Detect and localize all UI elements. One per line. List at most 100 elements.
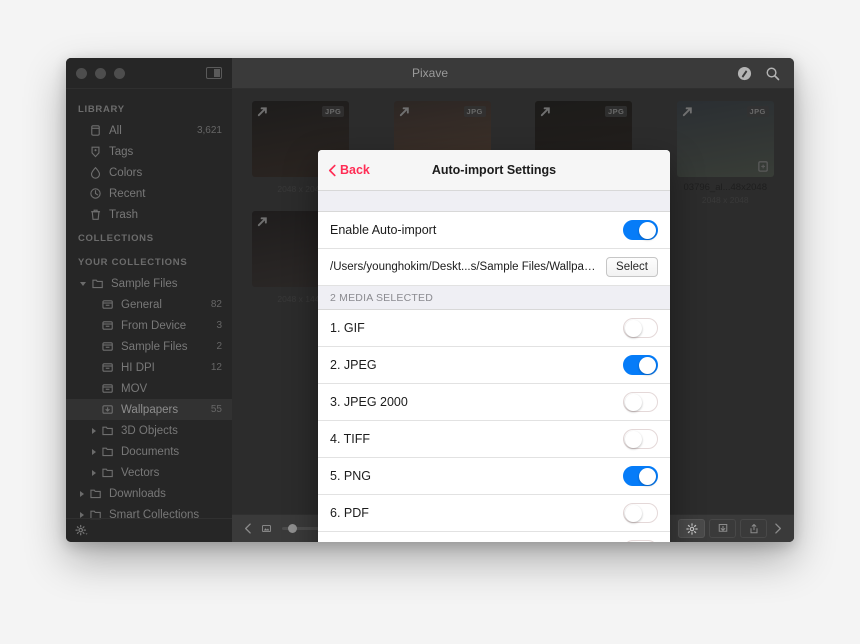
sidebar-item-label: Vectors — [121, 466, 160, 479]
sidebar-item-label: All — [109, 124, 122, 137]
sidebar-section-header: YOUR COLLECTIONS — [78, 257, 188, 268]
minimize-button[interactable] — [95, 67, 106, 79]
external-link-icon — [258, 217, 268, 227]
media-type-toggle[interactable] — [623, 466, 658, 486]
sidebar-item-label: Recent — [109, 187, 146, 200]
sidebar-item-documents[interactable]: Documents — [66, 441, 232, 462]
media-type-toggle[interactable] — [623, 318, 658, 338]
disclosure-triangle-icon[interactable] — [80, 490, 84, 497]
sidebar-item-mov[interactable]: MOV — [66, 378, 232, 399]
grid-item[interactable]: JPG 03796_al...48x2048 2048 x 2048 — [657, 101, 795, 205]
gear-icon — [685, 522, 698, 535]
thumbnail-size-slider-knob[interactable] — [288, 524, 297, 533]
tag-icon — [91, 146, 100, 158]
media-type-toggle[interactable] — [623, 503, 658, 523]
sidebar-item-label: Wallpapers — [121, 403, 179, 416]
small-image-icon[interactable] — [262, 524, 271, 533]
media-type-label: 1. GIF — [330, 321, 365, 335]
collection-icon — [102, 342, 113, 351]
toggle-knob — [625, 394, 642, 411]
disclosure-triangle-icon[interactable] — [92, 427, 96, 434]
disclosure-triangle-icon[interactable] — [92, 469, 96, 476]
enable-auto-import-row[interactable]: Enable Auto-import — [318, 212, 670, 249]
sidebar-item-hi-dpi[interactable]: HI DPI 12 — [66, 357, 232, 378]
sidebar-item-3d-objects[interactable]: 3D Objects — [66, 420, 232, 441]
disclosure-triangle-icon[interactable] — [92, 448, 96, 455]
chevron-left-icon[interactable] — [242, 522, 255, 535]
gear-dropdown-icon[interactable] — [75, 524, 88, 537]
file-type-badge: JPG — [746, 106, 769, 117]
share-icon — [749, 523, 758, 533]
sidebar-item-trash[interactable]: Trash — [66, 204, 232, 225]
media-type-row[interactable]: 4. TIFF — [318, 421, 670, 458]
external-link-icon — [258, 107, 268, 117]
sidebar-item-colors[interactable]: Colors — [66, 162, 232, 183]
sidebar-item-label: HI DPI — [121, 361, 155, 374]
sidebar-item-tags[interactable]: Tags — [66, 141, 232, 162]
sidebar-footer — [66, 518, 232, 542]
sidebar-item-sample-files[interactable]: Sample Files 2 — [66, 336, 232, 357]
droplet-icon — [90, 166, 101, 179]
download-icon — [718, 523, 727, 532]
sidebar-item-wallpapers[interactable]: Wallpapers 55 — [66, 399, 232, 420]
gear-button[interactable] — [678, 519, 705, 538]
sidebar-item-sample-files[interactable]: Sample Files — [66, 273, 232, 294]
sidebar-item-from-device[interactable]: From Device 3 — [66, 315, 232, 336]
import-folder-row[interactable]: /Users/younghokim/Deskt...s/Sample Files… — [318, 249, 670, 286]
sidebar-item-vectors[interactable]: Vectors — [66, 462, 232, 483]
disclosure-triangle-icon[interactable] — [80, 281, 86, 286]
archive-box-icon — [91, 125, 100, 136]
collection-icon — [102, 363, 113, 372]
chevron-right-icon[interactable] — [771, 522, 784, 535]
collection-icon — [102, 321, 113, 330]
sidebar-item-label: Colors — [109, 166, 143, 179]
close-button[interactable] — [76, 67, 87, 79]
file-type-badge: JPG — [463, 106, 486, 117]
sidebar-item-downloads[interactable]: Downloads — [66, 483, 232, 504]
external-link-icon — [399, 107, 409, 117]
sidebar-item-all[interactable]: All 3,621 — [66, 120, 232, 141]
disclosure-triangle-icon[interactable] — [80, 511, 84, 518]
status-bar-right — [678, 519, 784, 538]
media-type-toggle[interactable] — [623, 392, 658, 412]
sidebar-item-general[interactable]: General 82 — [66, 294, 232, 315]
sidebar-item-count: 3,621 — [196, 125, 222, 136]
enable-auto-import-toggle[interactable] — [623, 220, 658, 240]
media-type-label: 4. TIFF — [330, 432, 371, 446]
sidebar-section-header: LIBRARY — [78, 104, 125, 115]
sidebar-item-count: 3 — [216, 320, 222, 331]
folder-icon — [102, 468, 113, 478]
folder-icon — [90, 489, 101, 499]
download-button[interactable] — [709, 519, 736, 538]
sidebar: LIBRARY All 3,621 Tags Colors Recent Trash COLL… — [66, 89, 232, 542]
back-button[interactable]: Back — [318, 163, 370, 177]
zoom-button[interactable] — [114, 67, 125, 79]
sidebar-item-recent[interactable]: Recent — [66, 183, 232, 204]
sidebar-item-label: MOV — [121, 382, 148, 395]
folder-icon — [92, 279, 103, 289]
auto-import-icon — [102, 405, 113, 414]
media-type-row[interactable]: 6. PDF — [318, 495, 670, 532]
app-window: Pixave LIBRARY All 3,621 Tags Colors Recent Tr… — [66, 58, 794, 542]
media-type-row[interactable]: 5. PNG — [318, 458, 670, 495]
search-icon[interactable] — [765, 66, 780, 81]
select-folder-button[interactable]: Select — [606, 257, 658, 277]
media-type-row[interactable]: 7. Apple icon image — [318, 532, 670, 542]
share-button[interactable] — [740, 519, 767, 538]
annotate-icon[interactable] — [737, 66, 752, 81]
media-selected-header: 2 MEDIA SELECTED — [318, 286, 670, 310]
media-type-row[interactable]: 3. JPEG 2000 — [318, 384, 670, 421]
sidebar-item-label: Trash — [109, 208, 138, 221]
sidebar-toggle-icon[interactable] — [206, 67, 222, 79]
media-type-toggle[interactable] — [623, 429, 658, 449]
sidebar-item-label: 3D Objects — [121, 424, 178, 437]
duplicate-icon — [757, 161, 768, 172]
media-type-toggle[interactable] — [623, 540, 658, 542]
thumbnail[interactable]: JPG — [676, 101, 774, 177]
media-type-row[interactable]: 1. GIF — [318, 310, 670, 347]
thumbnail-dimensions: 2048 x 2048 — [701, 195, 749, 205]
media-type-list[interactable]: 1. GIF 2. JPEG 3. JPEG 2000 4. TIFF 5. PNG 6.… — [318, 310, 670, 542]
toggle-knob — [625, 431, 642, 448]
media-type-row[interactable]: 2. JPEG — [318, 347, 670, 384]
media-type-toggle[interactable] — [623, 355, 658, 375]
